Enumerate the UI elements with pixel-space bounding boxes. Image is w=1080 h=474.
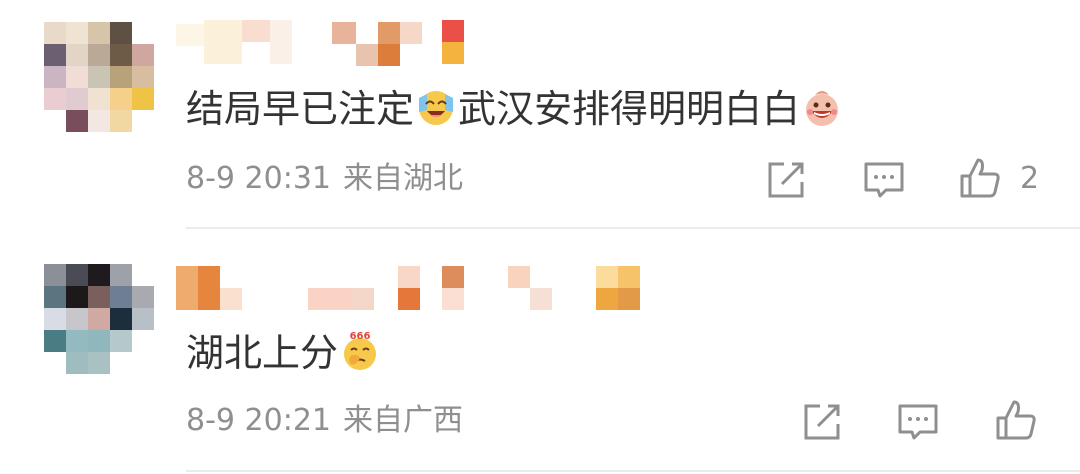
comment-meta: 8-9 20:21 来自广西 bbox=[186, 406, 463, 436]
avatar[interactable] bbox=[44, 264, 154, 374]
share-icon[interactable] bbox=[764, 158, 808, 202]
comment-meta: 8-9 20:31 来自湖北 bbox=[186, 164, 463, 194]
comment-date: 8-9 20:21 bbox=[186, 403, 331, 438]
comment-icon[interactable] bbox=[896, 400, 940, 444]
comment-location: 来自湖北 bbox=[343, 161, 463, 196]
comment-date: 8-9 20:31 bbox=[186, 161, 331, 196]
avatar[interactable] bbox=[44, 22, 154, 132]
comment-item: 湖北上分 666 8-9 20:21 来自广西 bbox=[0, 228, 1080, 474]
comment-location: 来自广西 bbox=[343, 403, 463, 438]
comment-item: 结局早已注定 武汉安排得明明白白 8-9 20:31 来自湖北 2 bbox=[0, 0, 1080, 228]
comment-text-part: 武汉安排得明明白白 bbox=[458, 87, 801, 131]
666-thinking-icon: 666 bbox=[344, 331, 377, 370]
comment-text-part: 结局早已注定 bbox=[186, 87, 415, 131]
divider bbox=[186, 470, 1080, 472]
username[interactable] bbox=[176, 20, 466, 66]
laugh-cry-icon bbox=[419, 91, 454, 125]
comment-text-part: 湖北上分 bbox=[186, 331, 339, 375]
like-count: 2 bbox=[1020, 161, 1040, 196]
username[interactable] bbox=[176, 264, 646, 310]
share-icon[interactable] bbox=[800, 400, 844, 444]
thumbs-up-icon[interactable] bbox=[958, 156, 1002, 200]
comment-text: 结局早已注定 武汉安排得明明白白 bbox=[186, 86, 844, 128]
svg-text:666: 666 bbox=[350, 331, 371, 342]
thumbs-up-icon[interactable] bbox=[994, 398, 1038, 442]
grinning-face-icon bbox=[806, 91, 839, 126]
comment-icon[interactable] bbox=[862, 158, 906, 202]
comment-text: 湖北上分 666 bbox=[186, 330, 382, 372]
